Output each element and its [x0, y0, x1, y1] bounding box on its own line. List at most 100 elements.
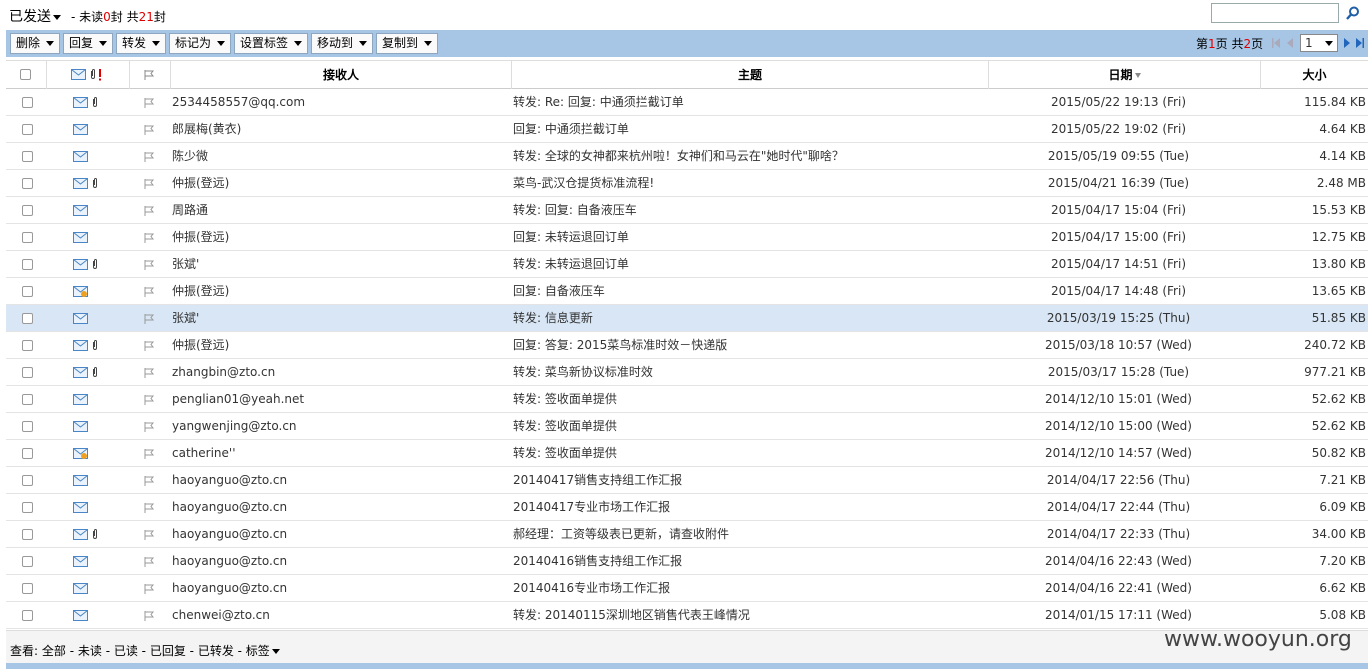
subject-cell[interactable]: 20140416专业市场工作汇报: [513, 575, 983, 601]
row-checkbox[interactable]: [22, 502, 33, 513]
flag-icon[interactable]: [144, 368, 155, 378]
flag-icon[interactable]: [144, 152, 155, 162]
filter-tag[interactable]: 标签: [246, 644, 270, 658]
table-row[interactable]: haoyanguo@zto.cn 20140417销售支持组工作汇报 2014/04…: [6, 467, 1368, 494]
subject-cell[interactable]: 转发: 菜鸟新协议标准时效: [513, 359, 983, 385]
table-row[interactable]: 仲振(登远) 回复: 答复: 2015菜鸟标准时效－快递版 2015/03/18 1…: [6, 332, 1368, 359]
search-icon[interactable]: [1346, 6, 1360, 20]
table-row[interactable]: 张斌' 转发: 信息更新 2015/03/19 15:25 (Thu) 51.85 K…: [6, 305, 1368, 332]
table-row[interactable]: 周路通 转发: 回复: 自备液压车 2015/04/17 15:04 (Fri) 15…: [6, 197, 1368, 224]
table-row[interactable]: haoyanguo@zto.cn 郝经理：工资等级表已更新，请查收附件 2014/0…: [6, 521, 1368, 548]
recipient-cell[interactable]: penglian01@yeah.net: [172, 386, 508, 412]
flag-icon[interactable]: [144, 395, 155, 405]
flag-icon[interactable]: [144, 260, 155, 270]
subject-cell[interactable]: 郝经理：工资等级表已更新，请查收附件: [513, 521, 983, 547]
flag-icon[interactable]: [144, 314, 155, 324]
row-checkbox[interactable]: [22, 151, 33, 162]
subject-cell[interactable]: 转发: 回复: 自备液压车: [513, 197, 983, 223]
flag-icon[interactable]: [144, 233, 155, 243]
table-row[interactable]: yangwenjing@zto.cn 转发: 签收面单提供 2014/12/10 1…: [6, 413, 1368, 440]
flag-icon[interactable]: [144, 206, 155, 216]
subject-cell[interactable]: 转发: 签收面单提供: [513, 413, 983, 439]
table-row[interactable]: zhangbin@zto.cn 转发: 菜鸟新协议标准时效 2015/03/17 1…: [6, 359, 1368, 386]
size-header[interactable]: 大小: [1261, 61, 1368, 89]
row-checkbox[interactable]: [22, 583, 33, 594]
subject-cell[interactable]: 20140417销售支持组工作汇报: [513, 467, 983, 493]
recipient-cell[interactable]: 仲振(登远): [172, 170, 508, 196]
folder-title-dropdown[interactable]: 已发送: [9, 6, 61, 26]
subject-cell[interactable]: 转发: 20140115深圳地区销售代表王峰情况: [513, 602, 983, 628]
recipient-cell[interactable]: 陈少微: [172, 143, 508, 169]
recipient-cell[interactable]: chenwei@zto.cn: [172, 602, 508, 628]
table-row[interactable]: 仲振(登远) 菜鸟-武汉仓提货标准流程! 2015/04/21 16:39 (Tue…: [6, 170, 1368, 197]
flag-icon[interactable]: [144, 449, 155, 459]
filter-read[interactable]: 已读: [114, 644, 138, 658]
copy-to-button[interactable]: 复制到: [376, 33, 438, 54]
recipient-header[interactable]: 接收人: [171, 61, 512, 89]
flag-header[interactable]: [130, 61, 171, 89]
row-checkbox[interactable]: [22, 97, 33, 108]
subject-cell[interactable]: 回复: 中通须拦截订单: [513, 116, 983, 142]
next-page-icon[interactable]: [1342, 37, 1352, 49]
row-checkbox[interactable]: [22, 205, 33, 216]
flag-icon[interactable]: [144, 503, 155, 513]
row-checkbox[interactable]: [22, 529, 33, 540]
flag-icon[interactable]: [144, 584, 155, 594]
row-checkbox[interactable]: [22, 394, 33, 405]
recipient-cell[interactable]: 仲振(登远): [172, 224, 508, 250]
select-all-checkbox[interactable]: [20, 69, 31, 80]
row-checkbox[interactable]: [22, 340, 33, 351]
flag-icon[interactable]: [144, 611, 155, 621]
last-page-icon[interactable]: [1355, 37, 1365, 49]
row-checkbox[interactable]: [22, 610, 33, 621]
row-checkbox[interactable]: [22, 286, 33, 297]
recipient-cell[interactable]: haoyanguo@zto.cn: [172, 548, 508, 574]
delete-button[interactable]: 删除: [10, 33, 60, 54]
subject-cell[interactable]: 转发: 全球的女神都来杭州啦！女神们和马云在"她时代"聊啥？: [513, 143, 983, 169]
subject-cell[interactable]: 回复: 答复: 2015菜鸟标准时效－快递版: [513, 332, 983, 358]
recipient-cell[interactable]: haoyanguo@zto.cn: [172, 494, 508, 520]
table-row[interactable]: penglian01@yeah.net 转发: 签收面单提供 2014/12/10 …: [6, 386, 1368, 413]
recipient-cell[interactable]: zhangbin@zto.cn: [172, 359, 508, 385]
flag-icon[interactable]: [144, 530, 155, 540]
table-row[interactable]: chenwei@zto.cn 转发: 20140115深圳地区销售代表王峰情况 20…: [6, 602, 1368, 629]
recipient-cell[interactable]: haoyanguo@zto.cn: [172, 575, 508, 601]
subject-cell[interactable]: 回复: 自备液压车: [513, 278, 983, 304]
mark-as-button[interactable]: 标记为: [169, 33, 231, 54]
recipient-cell[interactable]: 张斌': [172, 305, 508, 331]
table-row[interactable]: haoyanguo@zto.cn 20140417专业市场工作汇报 2014/04/…: [6, 494, 1368, 521]
filter-all[interactable]: 全部: [42, 644, 66, 658]
row-checkbox[interactable]: [22, 232, 33, 243]
flag-icon[interactable]: [144, 557, 155, 567]
subject-cell[interactable]: 回复: 未转运退回订单: [513, 224, 983, 250]
subject-cell[interactable]: 转发: 未转运退回订单: [513, 251, 983, 277]
recipient-cell[interactable]: 张斌': [172, 251, 508, 277]
reply-button[interactable]: 回复: [63, 33, 113, 54]
recipient-cell[interactable]: yangwenjing@zto.cn: [172, 413, 508, 439]
subject-cell[interactable]: 转发: 信息更新: [513, 305, 983, 331]
row-checkbox[interactable]: [22, 421, 33, 432]
recipient-cell[interactable]: 周路通: [172, 197, 508, 223]
table-row[interactable]: 张斌' 转发: 未转运退回订单 2015/04/17 14:51 (Fri) 13.8…: [6, 251, 1368, 278]
row-checkbox[interactable]: [22, 475, 33, 486]
prev-page-icon[interactable]: [1285, 37, 1295, 49]
flag-icon[interactable]: [144, 422, 155, 432]
set-tag-button[interactable]: 设置标签: [234, 33, 308, 54]
recipient-cell[interactable]: 仲振(登远): [172, 278, 508, 304]
recipient-cell[interactable]: haoyanguo@zto.cn: [172, 521, 508, 547]
search-input[interactable]: [1211, 3, 1339, 23]
move-to-button[interactable]: 移动到: [311, 33, 373, 54]
first-page-icon[interactable]: [1271, 37, 1281, 49]
subject-cell[interactable]: 菜鸟-武汉仓提货标准流程!: [513, 170, 983, 196]
recipient-cell[interactable]: catherine'': [172, 440, 508, 466]
row-checkbox[interactable]: [22, 313, 33, 324]
row-checkbox[interactable]: [22, 259, 33, 270]
filter-forwarded[interactable]: 已转发: [198, 644, 234, 658]
flag-icon[interactable]: [144, 287, 155, 297]
status-header[interactable]: [47, 61, 130, 89]
subject-cell[interactable]: 转发: 签收面单提供: [513, 440, 983, 466]
recipient-cell[interactable]: 2534458557@qq.com: [172, 89, 508, 115]
table-row[interactable]: 陈少微 转发: 全球的女神都来杭州啦！女神们和马云在"她时代"聊啥？ 2015/05…: [6, 143, 1368, 170]
subject-cell[interactable]: 20140416销售支持组工作汇报: [513, 548, 983, 574]
row-checkbox[interactable]: [22, 124, 33, 135]
